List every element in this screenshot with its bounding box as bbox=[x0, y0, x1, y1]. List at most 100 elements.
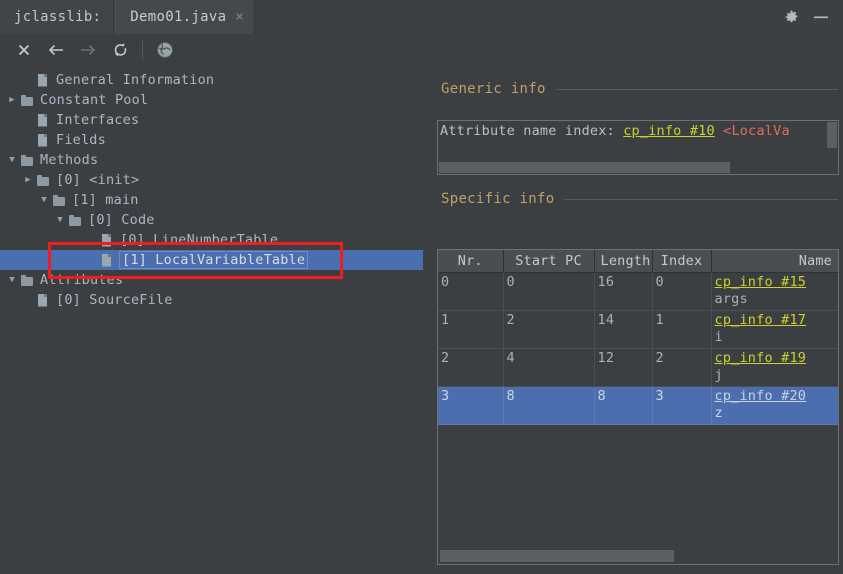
file-icon bbox=[100, 233, 114, 248]
gear-icon[interactable] bbox=[784, 10, 799, 25]
attribute-name-index-label: Attribute name index: bbox=[440, 123, 615, 139]
cell-start-pc: 8 bbox=[503, 386, 595, 425]
tree-item-0-code[interactable]: [0] Code bbox=[0, 210, 423, 230]
cell-index: 1 bbox=[652, 310, 712, 349]
variable-name-value: args bbox=[714, 291, 748, 307]
variable-name-value: i bbox=[714, 329, 723, 345]
cell-nr: 3 bbox=[438, 386, 504, 425]
generic-info-vertical-scrollbar[interactable] bbox=[826, 121, 838, 161]
chevron-down-icon[interactable] bbox=[36, 195, 52, 205]
cell-nr: 2 bbox=[438, 348, 504, 387]
tab-demo01-java[interactable]: Demo01.java × bbox=[114, 0, 256, 34]
column-header-nr[interactable]: Nr. bbox=[438, 250, 504, 273]
tab-close-icon[interactable]: × bbox=[235, 10, 244, 24]
brand-label: jclasslib: bbox=[0, 0, 115, 34]
column-header-start-pc[interactable]: Start PC bbox=[503, 250, 595, 273]
tree-item-0-sourcefile[interactable]: [0] SourceFile bbox=[0, 290, 423, 310]
tree-item-interfaces[interactable]: Interfaces bbox=[0, 110, 423, 130]
folder-icon bbox=[36, 173, 50, 188]
table-row[interactable]: 2 4 12 2 cp_info #19 j bbox=[438, 348, 838, 387]
tree-item-general-information[interactable]: General Information bbox=[0, 70, 423, 90]
back-icon[interactable] bbox=[40, 37, 72, 63]
toolbar-separator bbox=[142, 41, 143, 59]
brand-label-text: jclasslib: bbox=[14, 9, 102, 25]
column-header-index[interactable]: Index bbox=[652, 250, 712, 273]
tree-item-label: Fields bbox=[56, 132, 106, 148]
tree-item-methods[interactable]: Methods bbox=[0, 150, 423, 170]
cp-info-link[interactable]: cp_info #20 bbox=[715, 388, 836, 405]
tree-item-label: Attributes bbox=[40, 272, 124, 288]
table-horizontal-scrollbar[interactable] bbox=[439, 549, 838, 563]
chevron-down-icon[interactable] bbox=[4, 275, 20, 285]
toolbar bbox=[0, 34, 843, 66]
table-row[interactable]: 1 2 14 1 cp_info #17 i bbox=[438, 310, 838, 349]
column-header-name[interactable]: Name bbox=[711, 250, 838, 273]
cell-nr: 1 bbox=[438, 310, 504, 349]
reload-icon[interactable] bbox=[104, 37, 136, 63]
specific-info-header: Specific info bbox=[431, 188, 843, 210]
tree-item-label: [1] main bbox=[72, 192, 139, 208]
tree-item-label: Constant Pool bbox=[40, 92, 149, 108]
local-variable-table[interactable]: Nr. Start PC Length Index Name 0 0 16 0 cp_i… bbox=[437, 249, 839, 565]
local-variable-table-grid: Nr. Start PC Length Index Name 0 0 16 0 cp_i… bbox=[438, 250, 838, 425]
tree-item-constant-pool[interactable]: Constant Pool bbox=[0, 90, 423, 110]
generic-info-box[interactable]: Attribute name index: cp_info #10 <Local… bbox=[437, 120, 839, 175]
file-icon bbox=[36, 133, 50, 148]
chevron-down-icon[interactable] bbox=[52, 215, 68, 225]
variable-name-value: z bbox=[714, 405, 723, 421]
chevron-right-icon[interactable] bbox=[20, 175, 36, 185]
tree-item-fields[interactable]: Fields bbox=[0, 130, 423, 150]
jclasslib-window: jclasslib: Demo01.java × General Informa… bbox=[0, 0, 843, 574]
tree-item-label: [0] <init> bbox=[56, 172, 140, 188]
generic-info-rule bbox=[555, 88, 838, 90]
table-row[interactable]: 0 0 16 0 cp_info #15 args bbox=[438, 272, 838, 311]
generic-info-horizontal-scrollbar[interactable] bbox=[438, 161, 838, 174]
tree-item-label: [0] LineNumberTable bbox=[120, 232, 279, 248]
close-icon[interactable] bbox=[8, 37, 40, 63]
browse-icon[interactable] bbox=[149, 37, 181, 63]
cp-info-link[interactable]: cp_info #15 bbox=[715, 274, 836, 291]
column-header-length[interactable]: Length bbox=[594, 250, 653, 273]
generic-info-content: Attribute name index: cp_info #10 <Local… bbox=[438, 121, 826, 161]
table-horizontal-scroll-thumb[interactable] bbox=[440, 550, 674, 562]
tree-item-1-localvariabletable[interactable]: [1] LocalVariableTable bbox=[0, 250, 423, 270]
chevron-right-icon[interactable] bbox=[4, 95, 20, 105]
chevron-down-icon[interactable] bbox=[4, 155, 20, 165]
cell-nr: 0 bbox=[438, 272, 504, 311]
local-variable-table-body: 0 0 16 0 cp_info #15 args 1 2 14 1 cp_info #17 i 2 4 1… bbox=[438, 272, 838, 425]
generic-info-horizontal-scroll-thumb[interactable] bbox=[439, 162, 730, 173]
cell-index: 3 bbox=[652, 386, 712, 425]
folder-icon bbox=[68, 213, 82, 228]
class-structure-tree[interactable]: General Information Constant Pool Interfac… bbox=[0, 66, 423, 310]
cp-info-link[interactable]: cp_info #19 bbox=[715, 350, 836, 367]
specific-info-title: Specific info bbox=[441, 191, 555, 207]
cell-start-pc: 0 bbox=[503, 272, 595, 311]
generic-info-vertical-scroll-thumb[interactable] bbox=[827, 122, 837, 148]
cell-start-pc: 4 bbox=[503, 348, 595, 387]
cell-name: cp_info #17 i bbox=[711, 310, 838, 349]
folder-icon bbox=[20, 273, 34, 288]
cell-name: cp_info #20 z bbox=[711, 386, 838, 425]
file-icon bbox=[36, 293, 50, 308]
tree-item-0-linenumbertable[interactable]: [0] LineNumberTable bbox=[0, 230, 423, 250]
cell-length: 16 bbox=[594, 272, 653, 311]
class-structure-tree-pane[interactable]: General Information Constant Pool Interfac… bbox=[0, 66, 423, 574]
forward-icon[interactable] bbox=[72, 37, 104, 63]
cp-info-link[interactable]: cp_info #17 bbox=[715, 312, 836, 329]
table-row[interactable]: 3 8 8 3 cp_info #20 z bbox=[438, 386, 838, 425]
cell-index: 2 bbox=[652, 348, 712, 387]
variable-name-value: j bbox=[714, 367, 723, 383]
table-header-row: Nr. Start PC Length Index Name bbox=[438, 250, 838, 273]
attribute-name-index-line: Attribute name index: cp_info #10 <Local… bbox=[438, 121, 826, 141]
cell-length: 8 bbox=[594, 386, 653, 425]
tree-item-0-init[interactable]: [0] <init> bbox=[0, 170, 423, 190]
attribute-name-index-link[interactable]: cp_info #10 bbox=[623, 123, 715, 139]
tree-item-label: Methods bbox=[40, 152, 99, 168]
tree-item-1-main[interactable]: [1] main bbox=[0, 190, 423, 210]
cell-name: cp_info #15 args bbox=[711, 272, 838, 311]
tree-item-label: Interfaces bbox=[56, 112, 140, 128]
pane-splitter[interactable] bbox=[423, 66, 431, 574]
minimize-icon[interactable] bbox=[813, 11, 829, 23]
tree-item-label: General Information bbox=[56, 72, 215, 88]
tree-item-attributes[interactable]: Attributes bbox=[0, 270, 423, 290]
